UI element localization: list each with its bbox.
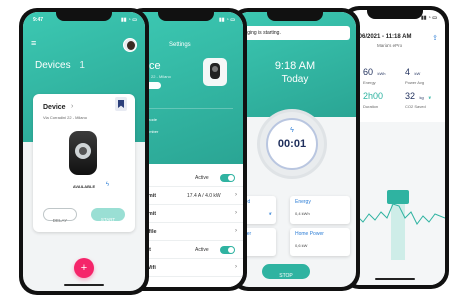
app-showcase: ▮▮ ◔ ▭ /06/2021 - 11:18 AM Maria's ePro … <box>0 0 449 295</box>
phone-charging: harging is starting. 9:18 AM Today ϟ 00:… <box>230 8 360 291</box>
chevron-right-icon: › <box>235 210 237 216</box>
history-screen: ▮▮ ◔ ▭ /06/2021 - 11:18 AM Maria's ePro … <box>345 10 445 285</box>
status-label: AVAILABLE <box>72 184 96 189</box>
delay-button[interactable]: DELAY <box>43 208 77 223</box>
stat-duration: 2h00 Duration <box>363 86 383 109</box>
history-chart-panel <box>345 122 445 285</box>
charging-banner: harging is starting. <box>238 26 350 40</box>
start-button[interactable]: START <box>91 208 125 222</box>
row-limit-value: 17.4 A / 4.0 kW <box>187 193 221 199</box>
add-device-button[interactable]: + <box>74 258 94 278</box>
bolt-icon: ϟ <box>105 182 109 188</box>
bookmark-icon[interactable] <box>115 97 127 111</box>
avatar[interactable] <box>123 38 137 52</box>
share-icon[interactable]: ⇪ <box>432 34 438 42</box>
status-icons: ▮▮ ◔ ▭ <box>120 17 137 23</box>
device-address: 22 - Milano <box>151 74 171 79</box>
tile-home-power-label: Home Power <box>295 231 324 237</box>
stat-power-label: Power Avg <box>405 80 425 85</box>
notch <box>56 11 112 21</box>
devices-title-text: Devices <box>35 60 71 71</box>
chevron-right-icon: › <box>235 192 237 198</box>
chevron-right-icon: › <box>71 103 74 110</box>
charging-dial: ϟ 00:01 <box>260 112 324 176</box>
stat-duration-value: 2h00 <box>363 91 384 101</box>
device-card[interactable]: Device › Via Corradini 22 - Milano AVAIL… <box>33 94 135 232</box>
phone-devices: 9:47 ▮▮ ◔ ▭ ≡ Devices 1 Device › Via Cor… <box>19 8 149 295</box>
stat-energy-unit: kWh <box>377 71 386 76</box>
stop-button-label: STOP <box>279 273 293 279</box>
add-device-button-label: + <box>80 262 88 274</box>
devices-screen: 9:47 ▮▮ ◔ ▭ ≡ Devices 1 Device › Via Cor… <box>23 12 145 291</box>
charger-icon <box>210 63 220 79</box>
tile-home-power-value: 0,6 kW <box>295 243 308 248</box>
home-indicator <box>375 278 415 280</box>
row-start-active: Active <box>195 247 209 253</box>
notch <box>158 11 214 21</box>
device-card-address: Via Corradini 22 - Milano <box>43 115 87 120</box>
tile-energy: Energy 0,4 kWh <box>290 196 350 224</box>
charging-screen: harging is starting. 9:18 AM Today ϟ 00:… <box>234 12 356 287</box>
leaf-icon: ❦ <box>268 211 272 216</box>
start-toggle[interactable] <box>220 246 235 254</box>
status-time: 9:47 <box>33 17 44 23</box>
stat-duration-label: Duration <box>363 104 379 109</box>
charger-image <box>69 131 97 175</box>
stat-energy: 60 kWh Energy <box>363 62 385 85</box>
charging-time: 9:18 AM <box>274 60 316 72</box>
notch <box>267 11 323 21</box>
stat-co2: 32 kg ❦ CO2 Saved <box>405 86 432 109</box>
device-thumb <box>203 58 227 86</box>
stat-energy-label: Energy <box>363 80 376 85</box>
device-card-title: Device <box>43 104 66 111</box>
history-subtitle: Maria's ePro <box>377 43 403 48</box>
stat-power: 4 kW Power Avg <box>405 62 424 85</box>
tile-home-power: Home Power 0,6 kW <box>290 228 350 256</box>
menu-icon[interactable]: ≡ <box>31 38 36 48</box>
tile-energy-label: Energy <box>295 199 311 205</box>
charging-timer: 00:01 <box>277 138 307 150</box>
delay-button-label: DELAY <box>52 218 68 223</box>
stat-power-value: 4 <box>405 67 411 77</box>
row-active-label: Active <box>195 175 209 181</box>
settings-title: Settings <box>169 42 191 48</box>
tile-energy-value: 0,4 kWh <box>295 211 310 216</box>
status-icons: ▮▮ ◔ ▭ <box>218 17 235 23</box>
leaf-icon: ❦ <box>428 95 432 100</box>
device-title: ce <box>149 60 161 72</box>
stat-co2-label: CO2 Saved <box>405 104 426 109</box>
info-row-1 <box>147 108 233 109</box>
active-toggle[interactable] <box>220 174 235 182</box>
bolt-icon: ϟ <box>290 127 294 134</box>
chart-tooltip <box>387 190 409 204</box>
stat-power-unit: kW <box>414 71 421 76</box>
devices-count: 1 <box>79 60 85 71</box>
home-indicator <box>64 284 104 286</box>
devices-title: Devices 1 <box>35 60 85 71</box>
stat-energy-value: 60 <box>363 67 374 77</box>
start-button-label: START <box>100 217 116 222</box>
history-date: /06/2021 - 11:18 AM <box>357 34 412 40</box>
stop-button[interactable]: STOP <box>262 264 310 279</box>
charging-day: Today <box>281 74 309 85</box>
chevron-right-icon: › <box>235 228 237 234</box>
stat-co2-value: 32 <box>405 91 416 101</box>
chevron-right-icon: › <box>235 264 237 270</box>
status-icons: ▮▮ ◔ ▭ <box>420 15 437 21</box>
notch <box>367 9 423 19</box>
stat-co2-unit: kg <box>419 95 424 100</box>
